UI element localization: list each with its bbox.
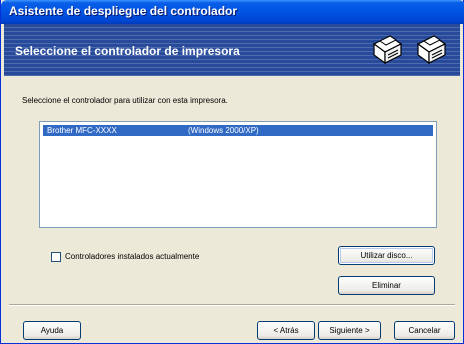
- driver-os: (Windows 2000/XP): [188, 126, 259, 135]
- header-title: Seleccione el controlador de impresora: [15, 44, 240, 58]
- cancel-button[interactable]: Cancelar: [394, 321, 455, 340]
- next-button[interactable]: Siguiente >: [318, 321, 381, 340]
- use-disk-button[interactable]: Utilizar disco...: [338, 246, 435, 265]
- instruction-text: Seleccione el controlador para utilizar …: [22, 96, 228, 105]
- checkbox-label: Controladores instalados actualmente: [65, 252, 200, 261]
- printer-icon: [416, 35, 447, 65]
- checkbox-box[interactable]: [51, 252, 61, 262]
- wizard-header: Seleccione el controlador de impresora: [4, 24, 460, 76]
- title-bar[interactable]: Asistente de despliegue del controlador: [1, 0, 464, 24]
- footer-separator: [9, 304, 455, 306]
- printer-icon: [372, 35, 403, 65]
- help-button[interactable]: Ayuda: [23, 321, 81, 340]
- driver-list[interactable]: Brother MFC-XXXX (Windows 2000/XP): [39, 121, 437, 228]
- back-button[interactable]: < Atrás: [257, 321, 315, 340]
- window-title: Asistente de despliegue del controlador: [9, 4, 238, 18]
- wizard-window: Asistente de despliegue del controlador …: [0, 0, 464, 344]
- driver-list-item[interactable]: Brother MFC-XXXX (Windows 2000/XP): [43, 125, 433, 136]
- driver-name: Brother MFC-XXXX: [47, 126, 117, 135]
- delete-button[interactable]: Eliminar: [338, 276, 435, 295]
